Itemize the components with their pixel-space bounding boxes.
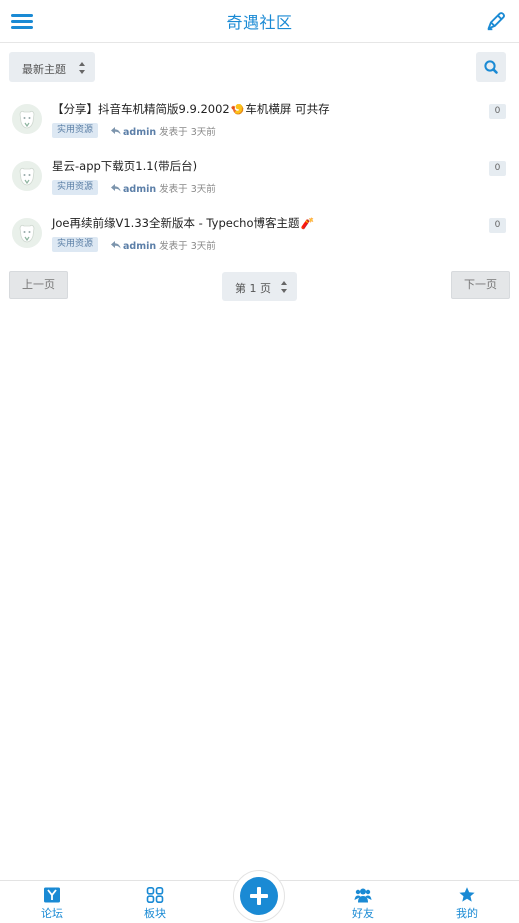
select-arrows-icon xyxy=(79,62,86,74)
post-time: 发表于 3天前 xyxy=(159,127,216,138)
author-link[interactable]: admin xyxy=(123,241,156,252)
forum-icon xyxy=(44,887,60,903)
nav-boards-label: 板块 xyxy=(144,907,166,920)
nav-forum-label: 论坛 xyxy=(41,907,63,920)
category-tag[interactable]: 实用资源 xyxy=(52,123,99,138)
nav-boards[interactable]: 板块 xyxy=(125,881,185,923)
topic-item[interactable]: 星云-app下载页1.1(带后台) 实用资源 admin 发表于 3天前 0 xyxy=(0,158,519,210)
page-title: 奇遇社区 xyxy=(226,13,293,32)
reply-icon xyxy=(111,127,121,135)
nav-mine[interactable]: 我的 xyxy=(437,881,497,923)
page-select[interactable]: 第 1 页 xyxy=(222,272,297,301)
topic-title[interactable]: Joe再续前缘V1.33全新版本 - Typecho博客主题🧨 xyxy=(52,215,315,231)
nav-friends-label: 好友 xyxy=(352,907,374,920)
nav-friends[interactable]: 好友 xyxy=(333,881,393,923)
firecracker-emoji-icon: 🧨 xyxy=(300,217,315,230)
star-icon xyxy=(459,887,475,902)
plus-icon xyxy=(240,877,278,915)
topic-title-text: Joe再续前缘V1.33全新版本 - Typecho博客主题 xyxy=(52,216,300,230)
topic-meta: admin 发表于 3天前 xyxy=(111,181,216,195)
topic-title-text: 【分享】抖音车机精简版9.9.2002 xyxy=(52,102,230,116)
author-link[interactable]: admin xyxy=(123,127,156,138)
topic-meta: admin 发表于 3天前 xyxy=(111,124,216,138)
reply-icon xyxy=(111,241,121,249)
prev-page-button[interactable]: 上一页 xyxy=(9,271,68,299)
reply-count-badge: 0 xyxy=(489,218,506,233)
avatar[interactable] xyxy=(12,218,42,248)
search-button[interactable] xyxy=(476,52,506,82)
reply-count-badge: 0 xyxy=(489,104,506,119)
edit-icon[interactable] xyxy=(485,10,507,32)
avatar-image xyxy=(12,161,42,191)
topic-item[interactable]: Joe再续前缘V1.33全新版本 - Typecho博客主题🧨 实用资源 adm… xyxy=(0,215,519,267)
avatar[interactable] xyxy=(12,161,42,191)
topic-meta: admin 发表于 3天前 xyxy=(111,238,216,252)
topic-title-text-end: 车机横屏 可共存 xyxy=(245,102,330,116)
avatar-image xyxy=(12,218,42,248)
post-time: 发表于 3天前 xyxy=(159,241,216,252)
page-select-value: 第 1 页 xyxy=(235,282,271,295)
shrimp-emoji-icon: 🍤 xyxy=(230,103,245,116)
topic-item[interactable]: 【分享】抖音车机精简版9.9.2002🍤车机横屏 可共存 实用资源 admin … xyxy=(0,101,519,153)
topic-title[interactable]: 【分享】抖音车机精简版9.9.2002🍤车机横屏 可共存 xyxy=(52,101,330,117)
next-page-button[interactable]: 下一页 xyxy=(451,271,510,299)
topic-title[interactable]: 星云-app下载页1.1(带后台) xyxy=(52,158,199,174)
author-link[interactable]: admin xyxy=(123,184,156,195)
post-time: 发表于 3天前 xyxy=(159,184,216,195)
avatar[interactable] xyxy=(12,104,42,134)
category-tag[interactable]: 实用资源 xyxy=(52,237,99,252)
topic-title-text: 星云-app下载页1.1(带后台) xyxy=(52,159,198,173)
top-bar: 奇遇社区 xyxy=(0,0,519,43)
nav-mine-label: 我的 xyxy=(456,907,478,920)
grid-icon xyxy=(146,887,164,903)
sort-select[interactable]: 最新主题 xyxy=(9,52,95,82)
users-icon xyxy=(354,888,372,903)
category-tag[interactable]: 实用资源 xyxy=(52,180,99,195)
select-arrows-icon xyxy=(281,281,288,293)
nav-forum[interactable]: 论坛 xyxy=(22,881,82,923)
search-icon xyxy=(484,60,498,74)
new-post-button[interactable] xyxy=(233,870,285,922)
reply-count-badge: 0 xyxy=(489,161,506,176)
sort-select-value: 最新主题 xyxy=(22,63,66,76)
reply-icon xyxy=(111,184,121,192)
avatar-image xyxy=(12,104,42,134)
